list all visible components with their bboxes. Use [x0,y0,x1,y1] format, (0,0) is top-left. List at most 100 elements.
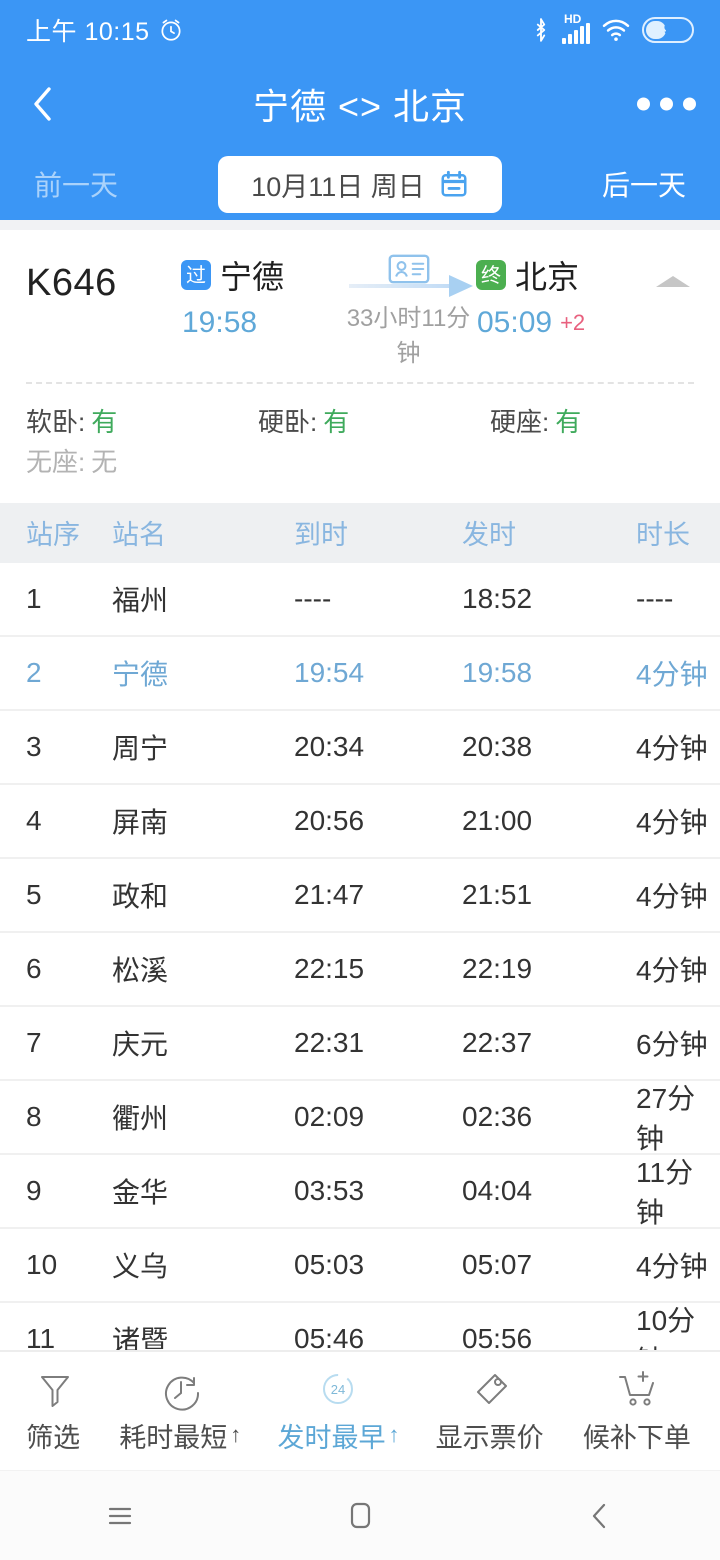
seat-value: 有 [555,402,581,442]
wifi-icon [601,18,631,42]
station-stop-duration: 11分钟 [630,1151,720,1231]
back-chevron-icon [582,1496,618,1536]
signal-bars-icon: HD [562,16,590,44]
waitlist-order-button[interactable]: 候补下单 [583,1368,694,1455]
status-bar-right: HD 9 [531,16,694,44]
journey-middle: 33小时11分钟 [341,252,476,368]
seat-row-2: 无座: 无 [26,442,694,482]
seat-label: 硬卧: [258,402,317,442]
status-bar-left: 上午 10:15 [26,12,184,48]
table-header: 站序 站名 到时 发时 时长 [0,503,720,563]
table-row[interactable]: 7庆元22:3122:376分钟 [0,1007,720,1081]
table-row[interactable]: 4屏南20:5621:004分钟 [0,785,720,859]
station-name: 义乌 [112,1245,294,1285]
station-name: 政和 [112,875,294,915]
more-options-icon[interactable] [637,98,696,111]
station-stop-duration: 4分钟 [630,801,720,841]
station-depart-time: 22:19 [462,953,630,985]
date-nav-row: 前一天 10月11日 周日 后一天 [0,148,720,220]
collapse-button[interactable] [636,252,694,294]
show-price-button[interactable]: 显示票价 [436,1368,547,1455]
seat-label: 无座: [26,442,85,482]
toolbar-text: 筛选 [26,1416,80,1455]
toolbar-text: 发时最早 [277,1416,385,1455]
train-number: K646 [26,252,181,305]
table-row[interactable]: 3周宁20:3420:384分钟 [0,711,720,785]
station-name: 福州 [112,579,294,619]
seat-wuzuo: 无座: 无 [26,442,258,482]
date-selector[interactable]: 10月11日 周日 [218,156,502,213]
seat-row-1: 软卧: 有 硬卧: 有 硬座: 有 [26,402,694,442]
seat-ruanwo: 软卧: 有 [26,402,258,442]
station-stop-duration: ---- [630,583,720,615]
station-seq: 8 [0,1101,112,1133]
sort-indicator: ↑ [230,1424,241,1446]
station-arrive-time: 05:03 [294,1249,462,1281]
station-table: 站序 站名 到时 发时 时长 1福州----18:52----2宁德19:541… [0,503,720,1377]
origin-badge: 过 [181,260,211,290]
origin-block: 过 宁德 19:58 [181,252,341,340]
station-stop-duration: 4分钟 [630,727,720,767]
sort-earliest-departure-button[interactable]: 24 发时最早 ↑ [277,1368,399,1455]
chevron-up-icon [652,270,694,294]
table-row[interactable]: 2宁德19:5419:584分钟 [0,637,720,711]
seat-label: 硬座: [490,402,549,442]
station-depart-time: 22:37 [462,1027,630,1059]
calendar-icon [439,169,469,199]
table-row[interactable]: 5政和21:4721:514分钟 [0,859,720,933]
toolbar-text: 显示票价 [436,1416,544,1455]
table-row[interactable]: 8衢州02:0902:3627分钟 [0,1081,720,1155]
alarm-clock-icon [158,17,184,43]
prev-day-button[interactable]: 前一天 [34,164,184,204]
toolbar-label: 显示票价 [436,1416,547,1455]
table-row[interactable]: 6松溪22:1522:194分钟 [0,933,720,1007]
station-arrive-time: 20:56 [294,805,462,837]
column-header-name: 站名 [112,513,294,552]
station-seq: 9 [0,1175,112,1207]
filter-button[interactable]: 筛选 [26,1368,83,1455]
back-chevron-icon [30,84,56,124]
filter-funnel-icon [35,1368,75,1412]
battery-icon: 9 [642,17,694,43]
table-row[interactable]: 1福州----18:52---- [0,563,720,637]
status-bar: 上午 10:15 HD [0,0,720,60]
station-seq: 7 [0,1027,112,1059]
section-divider [0,220,720,230]
sort-shortest-duration-button[interactable]: 耗时最短 ↑ [119,1368,241,1455]
train-summary-card[interactable]: K646 过 宁德 19:58 [0,230,720,503]
status-time: 上午 10:15 [26,12,150,48]
seat-yingwo: 硬卧: 有 [258,402,490,442]
column-header-arrive: 到时 [294,513,462,552]
table-row[interactable]: 9金华03:5304:0411分钟 [0,1155,720,1229]
seat-availability: 软卧: 有 硬卧: 有 硬座: 有 无座: 无 [26,384,694,503]
station-name: 衢州 [112,1097,294,1137]
station-depart-time: 21:51 [462,879,630,911]
destination-time: 05:09 [477,306,552,339]
origin-station: 宁德 [220,252,284,298]
station-depart-time: 02:36 [462,1101,630,1133]
network-type-label: HD [564,13,581,25]
id-card-icon [388,254,430,284]
destination-station: 北京 [515,252,579,298]
station-stop-duration: 4分钟 [630,875,720,915]
back-button[interactable] [26,82,60,126]
seat-value: 有 [323,402,349,442]
nav-home-button[interactable] [300,1471,420,1560]
nav-menu-button[interactable] [60,1471,180,1560]
station-seq: 3 [0,731,112,763]
station-seq: 2 [0,657,112,689]
table-row[interactable]: 10义乌05:0305:074分钟 [0,1229,720,1303]
station-stop-duration: 27分钟 [630,1077,720,1157]
station-depart-time: 05:07 [462,1249,630,1281]
day-offset: +2 [560,310,585,335]
toolbar-label: 耗时最短 ↑ [119,1416,241,1455]
cart-plus-icon [616,1368,660,1412]
station-depart-time: 19:58 [462,657,630,689]
origin-time: 19:58 [182,306,341,340]
app-root: 上午 10:15 HD [0,0,720,1560]
station-stop-duration: 4分钟 [630,1245,720,1285]
nav-back-button[interactable] [540,1471,660,1560]
seat-label: 软卧: [26,402,85,442]
bluetooth-icon [531,17,551,43]
next-day-button[interactable]: 后一天 [536,164,686,204]
